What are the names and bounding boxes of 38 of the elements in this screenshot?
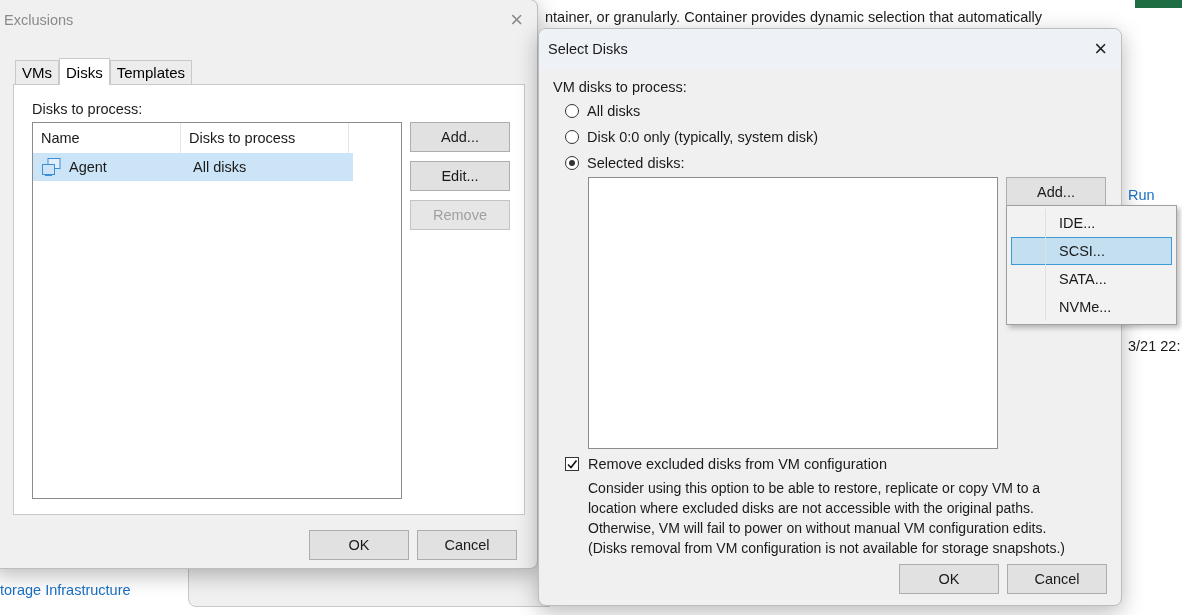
menu-item[interactable]: NVMe... (1011, 293, 1172, 321)
list-label: Disks to process: (32, 101, 144, 117)
cancel-button[interactable]: Cancel (1007, 564, 1107, 594)
edit-button[interactable]: Edit... (410, 161, 510, 191)
check-icon (566, 458, 578, 470)
table-cell: Agent (69, 159, 107, 175)
checkbox-label[interactable]: Remove excluded disks from VM configuration (588, 456, 887, 472)
description-text: Consider using this option to be able to restore, replicate or copy VM to a location where excluded disks are not accessible with the original paths. Otherwise, VM will fail to power on without manual VM configuration edits. (Disks removal from VM configuration is not available for storage snapshots.) (588, 479, 1066, 558)
storage-infrastructure-link[interactable]: torage Infrastructure (0, 582, 131, 598)
radio-option[interactable]: Selected disks: (565, 150, 1121, 176)
radio-button[interactable] (565, 104, 579, 118)
tab[interactable]: Templates (109, 60, 193, 84)
vm-group-icon (41, 157, 63, 177)
add-button[interactable]: Add... (410, 122, 510, 152)
checkbox[interactable] (565, 457, 579, 471)
menu-item[interactable]: IDE... (1011, 209, 1172, 237)
description-text: ntainer, or granularly. Container provides dynamic selection that automatically (545, 9, 1042, 25)
table-cell-text: All disks (192, 159, 248, 175)
header-bar (1135, 0, 1182, 8)
ok-button[interactable]: OK (899, 564, 999, 594)
cancel-button[interactable]: Cancel (417, 530, 517, 560)
tab[interactable]: VMs (15, 60, 59, 84)
close-icon[interactable]: × (1088, 38, 1113, 60)
table-row[interactable]: Agent All disks (33, 153, 353, 181)
tab[interactable]: Disks (59, 58, 110, 85)
window-title: Select Disks (548, 41, 628, 57)
radio-button[interactable] (565, 130, 579, 144)
menu-item[interactable]: SCSI... (1011, 237, 1172, 265)
radio-option[interactable]: Disk 0:0 only (typically, system disk) (565, 124, 1121, 150)
date-text: 3/21 22: (1128, 338, 1181, 354)
add-button[interactable]: Add... (1006, 177, 1106, 207)
group-label: VM disks to process: (553, 79, 688, 95)
window-title: Exclusions (4, 12, 74, 28)
menu-item[interactable]: SATA... (1011, 265, 1172, 293)
radio-button[interactable] (565, 156, 579, 170)
ok-button[interactable]: OK (309, 530, 409, 560)
radio-option[interactable]: All disks (565, 98, 1121, 124)
run-link[interactable]: Run (1128, 187, 1155, 203)
